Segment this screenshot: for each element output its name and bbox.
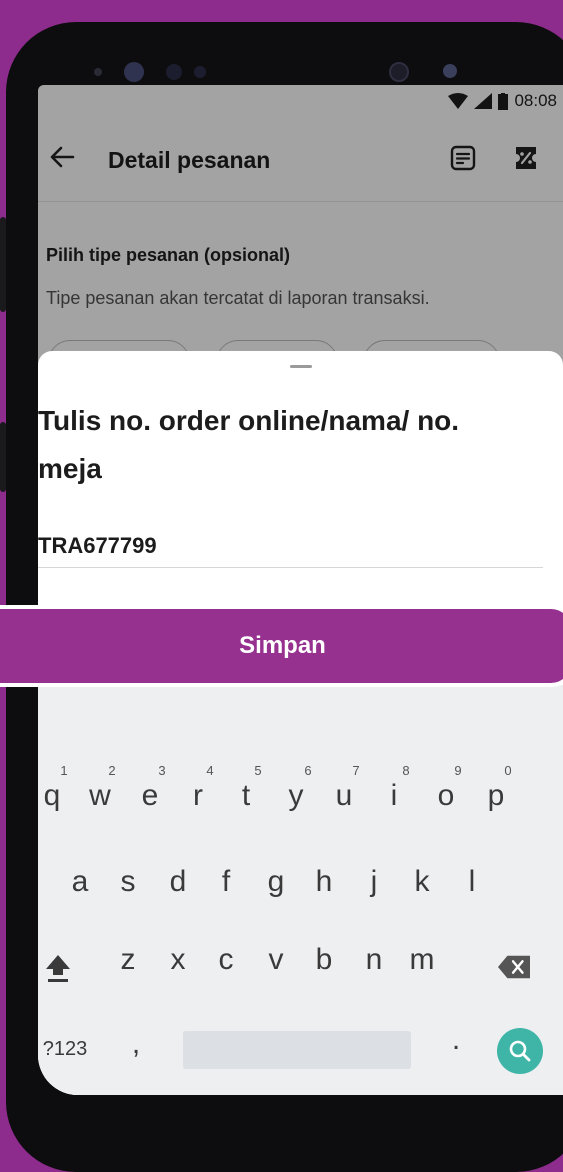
sensor-dot xyxy=(166,64,182,80)
key-g[interactable]: g xyxy=(256,865,296,899)
period-key[interactable]: . xyxy=(436,1023,476,1057)
key-p[interactable]: p xyxy=(476,779,516,813)
spacebar[interactable] xyxy=(183,1031,411,1069)
key-v[interactable]: v xyxy=(256,943,296,977)
shift-key-icon[interactable] xyxy=(44,953,72,983)
key-l[interactable]: l xyxy=(452,865,492,899)
sensor-dot xyxy=(194,66,206,78)
search-key[interactable] xyxy=(497,1028,543,1074)
key-o[interactable]: o xyxy=(426,779,466,813)
search-icon xyxy=(509,1040,531,1062)
key-hint: 1 xyxy=(60,763,68,778)
key-a[interactable]: a xyxy=(60,865,100,899)
key-q[interactable]: q xyxy=(38,779,72,813)
key-s[interactable]: s xyxy=(108,865,148,899)
key-hint: 8 xyxy=(402,763,410,778)
phone-side-button xyxy=(0,217,6,312)
key-i[interactable]: i xyxy=(374,779,414,813)
key-hint: 5 xyxy=(254,763,262,778)
key-hint: 4 xyxy=(206,763,214,778)
save-button[interactable]: Simpan xyxy=(0,605,563,687)
key-b[interactable]: b xyxy=(304,943,344,977)
key-r[interactable]: r xyxy=(178,779,218,813)
backspace-key-icon[interactable] xyxy=(498,955,530,979)
key-d[interactable]: d xyxy=(158,865,198,899)
sensor-dot xyxy=(94,68,102,76)
sensor-dot xyxy=(443,64,457,78)
sheet-title: Tulis no. order online/nama/ no. meja xyxy=(38,405,460,484)
screen: 08:08 Detail pesanan Pilih tipe pesanan … xyxy=(38,85,563,1095)
key-x[interactable]: x xyxy=(158,943,198,977)
key-hint: 6 xyxy=(304,763,312,778)
drag-handle[interactable] xyxy=(290,365,312,368)
key-t[interactable]: t xyxy=(226,779,266,813)
order-number-input[interactable] xyxy=(38,525,543,568)
key-hint: 2 xyxy=(108,763,116,778)
iris-scanner xyxy=(389,62,409,82)
key-hint: 0 xyxy=(504,763,512,778)
key-hint: 3 xyxy=(158,763,166,778)
key-u[interactable]: u xyxy=(324,779,364,813)
key-j[interactable]: j xyxy=(354,865,394,899)
key-k[interactable]: k xyxy=(402,865,442,899)
key-hint: 7 xyxy=(352,763,360,778)
key-f[interactable]: f xyxy=(206,865,246,899)
on-screen-keyboard: q 1 w 2 e 3 r 4 t 5 y 6 u 7 i 8 o 9 p 0 a s d f g h j k l z x c v b n m ?123… xyxy=(38,685,563,1095)
phone-side-button xyxy=(0,422,6,492)
key-c[interactable]: c xyxy=(206,943,246,977)
key-y[interactable]: y xyxy=(276,779,316,813)
key-hint: 9 xyxy=(454,763,462,778)
front-camera xyxy=(124,62,144,82)
symbols-key[interactable]: ?123 xyxy=(40,1038,90,1061)
key-m[interactable]: m xyxy=(402,943,442,977)
key-z[interactable]: z xyxy=(108,943,148,977)
key-n[interactable]: n xyxy=(354,943,394,977)
phone-frame: 08:08 Detail pesanan Pilih tipe pesanan … xyxy=(0,22,563,1172)
comma-key[interactable]: , xyxy=(116,1027,156,1061)
key-e[interactable]: e xyxy=(130,779,170,813)
key-w[interactable]: w xyxy=(80,779,120,813)
key-h[interactable]: h xyxy=(304,865,344,899)
